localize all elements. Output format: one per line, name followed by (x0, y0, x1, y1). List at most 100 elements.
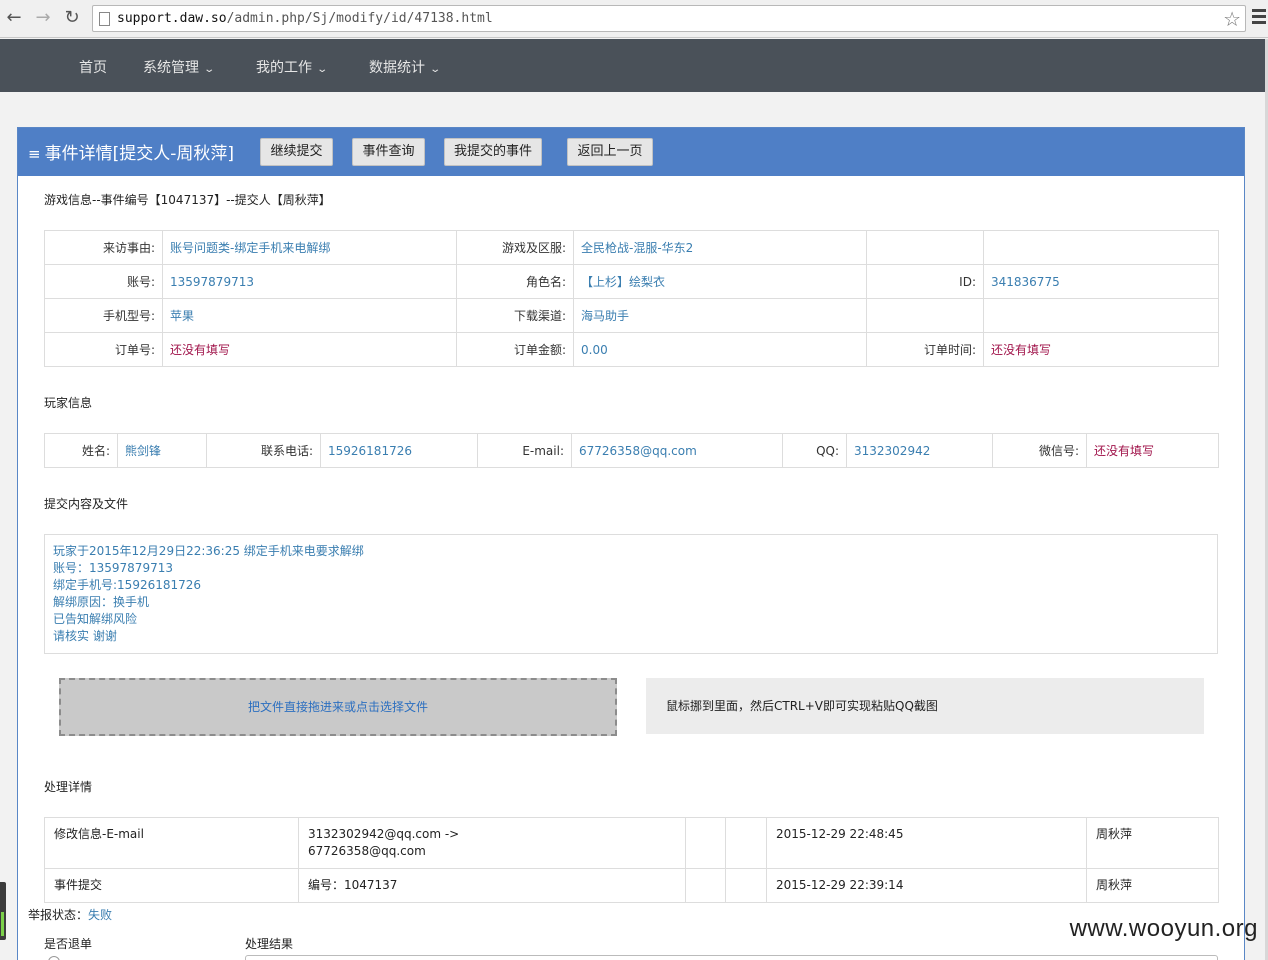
nav-system-label: 系统管理 (143, 60, 199, 76)
nav-my-work-label: 我的工作 (256, 60, 312, 76)
table-row: 来访事由: 账号问题类-绑定手机来电解绑 游戏及区服: 全民枪战-混服-华东2 (44, 230, 1219, 265)
email-value: 67726358@qq.com (571, 433, 783, 468)
continue-submit-button[interactable]: 继续提交 (260, 138, 333, 166)
role-name-value: 【上杉】绘梨衣 (573, 264, 867, 299)
game-info-table: 来访事由: 账号问题类-绑定手机来电解绑 游戏及区服: 全民枪战-混服-华东2 … (44, 230, 1219, 367)
my-events-button[interactable]: 我提交的事件 (444, 138, 542, 166)
player-info-title: 玩家信息 (44, 396, 93, 410)
account-value: 13597879713 (162, 264, 457, 299)
id-label: ID: (866, 264, 984, 299)
log-time: 2015-12-29 22:39:14 (766, 868, 1087, 903)
visit-reason-label: 来访事由: (44, 230, 163, 265)
panel-header: ≡ 事件详情[提交人-周秋萍] 继续提交 事件查询 我提交的事件 返回上一页 (18, 128, 1244, 176)
qq-value: 3132302942 (846, 433, 993, 468)
submission-line: 请核实 谢谢 (53, 629, 117, 643)
qq-label: QQ: (782, 433, 847, 468)
url-text: support.daw.so/admin.php/Sj/modify/id/47… (117, 11, 493, 26)
game-server-value: 全民枪战-混服-华东2 (573, 230, 867, 265)
submission-line: 解绑原因：换手机 (53, 595, 150, 609)
log-detail-line: 3132302942@qq.com -> (308, 827, 460, 841)
name-label: 姓名: (44, 433, 118, 468)
refund-label: 是否退单 (44, 937, 93, 951)
reload-icon[interactable]: ↻ (61, 7, 83, 29)
order-number-value: 还没有填写 (162, 332, 457, 367)
list-icon: ≡ (28, 145, 41, 163)
watermark: www.wooyun.org (1069, 915, 1258, 942)
name-value: 熊剑锋 (117, 433, 207, 468)
forward-icon[interactable]: → (32, 7, 54, 29)
table-row: 手机型号: 苹果 下载渠道: 海马助手 (44, 298, 1219, 333)
download-channel-value: 海马助手 (573, 298, 867, 333)
chevron-down-icon: ⌄ (316, 64, 329, 75)
submission-line: 账号：13597879713 (53, 561, 173, 575)
bookmark-star-icon[interactable]: ☆ (1223, 7, 1241, 31)
log-empty-cell (725, 868, 767, 903)
submission-title: 提交内容及文件 (44, 497, 129, 511)
top-navbar: 首页 系统管理 ⌄ 我的工作 ⌄ 数据统计 ⌄ (0, 39, 1268, 92)
log-empty-cell (685, 868, 726, 903)
phone-label: 联系电话: (206, 433, 321, 468)
wechat-label: 微信号: (992, 433, 1087, 468)
screenshot-paste-area[interactable]: 鼠标挪到里面，然后CTRL+V即可实现粘贴QQ截图 (646, 678, 1204, 734)
submission-content: 玩家于2015年12月29日22:36:25 绑定手机来电要求解绑 账号：135… (44, 534, 1218, 654)
order-amount-value: 0.00 (573, 332, 867, 367)
table-row: 事件提交 编号：1047137 2015-12-29 22:39:14 周秋萍 (44, 868, 1219, 903)
page-icon (99, 12, 110, 26)
report-status-label: 举报状态： (28, 908, 89, 922)
panel-title-text: 事件详情[提交人-周秋萍] (44, 144, 234, 164)
address-bar[interactable]: support.daw.so/admin.php/Sj/modify/id/47… (92, 5, 1246, 32)
table-row: 姓名: 熊剑锋 联系电话: 15926181726 E-mail: 677263… (44, 433, 1219, 468)
game-info-title: 游戏信息--事件编号【1047137】--提交人【周秋萍】 (44, 193, 331, 207)
empty-value (983, 230, 1219, 265)
empty-value (983, 298, 1219, 333)
side-handle[interactable] (0, 882, 6, 940)
log-empty-cell (725, 817, 767, 869)
log-detail-line: 67726358@qq.com (308, 844, 426, 858)
nav-home-label: 首页 (79, 60, 107, 76)
browser-toolbar: ← → ↻ support.daw.so/admin.php/Sj/modify… (0, 0, 1268, 38)
nav-statistics[interactable]: 数据统计 ⌄ (369, 57, 442, 77)
log-action: 事件提交 (44, 868, 299, 903)
log-detail: 3132302942@qq.com -> 67726358@qq.com (298, 817, 686, 869)
email-label: E-mail: (477, 433, 572, 468)
log-operator: 周秋萍 (1086, 868, 1219, 903)
empty-label (866, 298, 984, 333)
phone-value: 15926181726 (320, 433, 478, 468)
panel-title: ≡ 事件详情[提交人-周秋萍] (28, 139, 234, 164)
nav-system-management[interactable]: 系统管理 ⌄ (143, 57, 216, 77)
submission-line: 绑定手机号:15926181726 (53, 578, 202, 592)
download-channel-label: 下载渠道: (456, 298, 574, 333)
game-server-label: 游戏及区服: (456, 230, 574, 265)
log-detail: 编号：1047137 (298, 868, 686, 903)
nav-my-work[interactable]: 我的工作 ⌄ (256, 57, 329, 77)
role-name-label: 角色名: (456, 264, 574, 299)
chevron-down-icon: ⌄ (429, 64, 442, 75)
order-time-label: 订单时间: (866, 332, 984, 367)
visit-reason-value: 账号问题类-绑定手机来电解绑 (162, 230, 457, 265)
id-value: 341836775 (983, 264, 1219, 299)
chevron-down-icon: ⌄ (203, 64, 216, 75)
nav-home[interactable]: 首页 (79, 57, 107, 77)
url-path: /admin.php/Sj/modify/id/47138.html (226, 11, 493, 26)
log-empty-cell (685, 817, 726, 869)
report-status-value: 失败 (88, 908, 113, 922)
event-query-button[interactable]: 事件查询 (352, 138, 425, 166)
log-detail-line: 编号：1047137 (308, 878, 398, 892)
phone-model-label: 手机型号: (44, 298, 163, 333)
file-dropzone[interactable]: 把文件直接拖进来或点击选择文件 (59, 678, 617, 736)
empty-label (866, 230, 984, 265)
result-textarea[interactable] (245, 955, 1218, 960)
processing-log-table: 修改信息-E-mail 3132302942@qq.com -> 67726358… (44, 817, 1219, 903)
order-amount-label: 订单金额: (456, 332, 574, 367)
table-row: 账号: 13597879713 角色名: 【上杉】绘梨衣 ID: 3418367… (44, 264, 1219, 299)
go-back-button[interactable]: 返回上一页 (567, 138, 653, 166)
report-status: 举报状态：失败 (28, 906, 112, 923)
order-number-label: 订单号: (44, 332, 163, 367)
nav-statistics-label: 数据统计 (369, 60, 425, 76)
log-operator: 周秋萍 (1086, 817, 1219, 869)
browser-menu-icon[interactable] (1252, 9, 1266, 27)
order-time-value: 还没有填写 (983, 332, 1219, 367)
table-row: 订单号: 还没有填写 订单金额: 0.00 订单时间: 还没有填写 (44, 332, 1219, 367)
player-info-table: 姓名: 熊剑锋 联系电话: 15926181726 E-mail: 677263… (44, 433, 1219, 468)
back-icon[interactable]: ← (3, 7, 25, 29)
